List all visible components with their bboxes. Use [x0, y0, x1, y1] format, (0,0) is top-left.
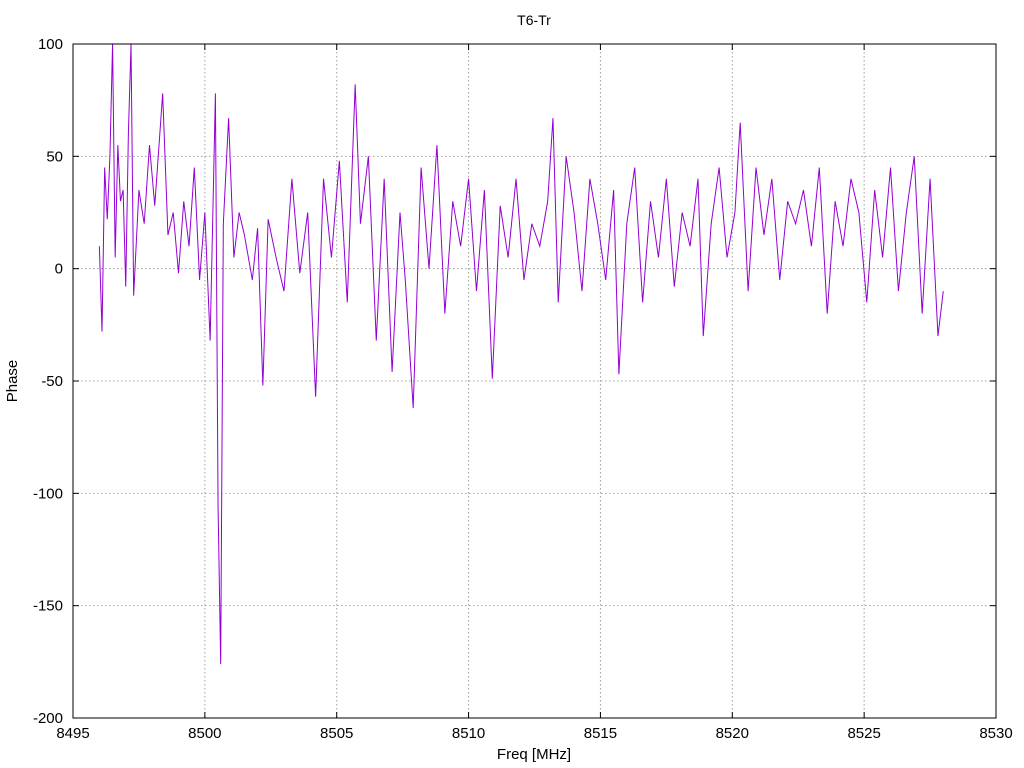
- x-axis-title: Freq [MHz]: [497, 746, 571, 763]
- y-axis-title: Phase: [4, 360, 21, 403]
- phase-chart: 8495 8500 8505 8510 8515 8520 8525 8530 100 50 0 -…: [0, 0, 1024, 768]
- x-tick-label: 8500: [188, 725, 221, 742]
- chart-background: [0, 0, 1024, 768]
- y-tick-label: 0: [55, 261, 63, 278]
- x-tick-label: 8525: [847, 725, 880, 742]
- x-tick-label: 8520: [716, 725, 749, 742]
- x-tick-label: 8510: [452, 725, 485, 742]
- x-tick-label: 8495: [56, 725, 89, 742]
- chart-title: T6-Tr: [517, 12, 551, 28]
- y-tick-label: -100: [33, 485, 63, 502]
- y-tick-label: -200: [33, 710, 63, 727]
- x-tick-label: 8515: [584, 725, 617, 742]
- y-tick-label: -50: [41, 373, 63, 390]
- y-tick-label: -150: [33, 598, 63, 615]
- x-tick-label: 8530: [979, 725, 1012, 742]
- x-tick-label: 8505: [320, 725, 353, 742]
- y-tick-label: 50: [46, 148, 63, 165]
- y-tick-label: 100: [38, 36, 63, 53]
